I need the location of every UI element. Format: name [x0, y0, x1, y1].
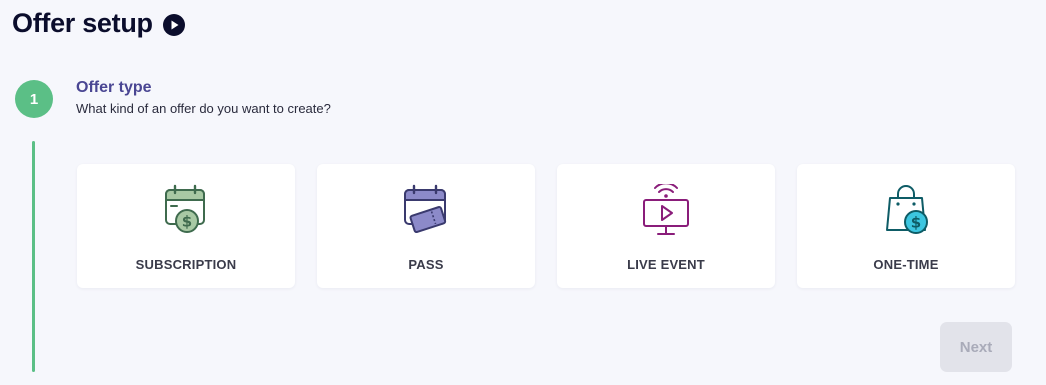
svg-text:$: $: [911, 214, 921, 232]
offer-type-pass-card[interactable]: PASS: [317, 164, 535, 288]
shopping-bag-dollar-icon: $: [886, 185, 928, 234]
page-title: Offer setup: [12, 8, 153, 38]
page-header: Offer setup: [12, 8, 185, 39]
offer-type-label: LIVE EVENT: [627, 257, 705, 272]
broadcast-screen-icon: [643, 184, 689, 235]
next-button[interactable]: Next: [940, 322, 1012, 372]
step-number-badge: 1: [15, 80, 53, 118]
offer-type-label: SUBSCRIPTION: [135, 257, 237, 272]
offer-setup-page: Offer setup 1 Offer type What kind of an…: [0, 0, 1046, 385]
calendar-dollar-icon: $: [165, 184, 205, 233]
step-progress-line: [32, 141, 35, 372]
step-title: Offer type: [76, 79, 152, 96]
offer-type-label: PASS: [408, 257, 444, 272]
offer-type-subscription-card[interactable]: $ SUBSCRIPTION: [77, 164, 295, 288]
offer-type-one-time-card[interactable]: $ ONE-TIME: [797, 164, 1015, 288]
calendar-ticket-icon: [404, 184, 447, 234]
step-subtitle: What kind of an offer do you want to cre…: [76, 101, 331, 116]
play-circle-icon[interactable]: [162, 14, 185, 36]
offer-type-options: $ SUBSCRIPTION PASS LIVE EVENT $ ONE-TIM…: [77, 164, 1015, 288]
offer-type-live-event-card[interactable]: LIVE EVENT: [557, 164, 775, 288]
offer-type-label: ONE-TIME: [873, 257, 939, 272]
svg-text:$: $: [182, 213, 192, 231]
